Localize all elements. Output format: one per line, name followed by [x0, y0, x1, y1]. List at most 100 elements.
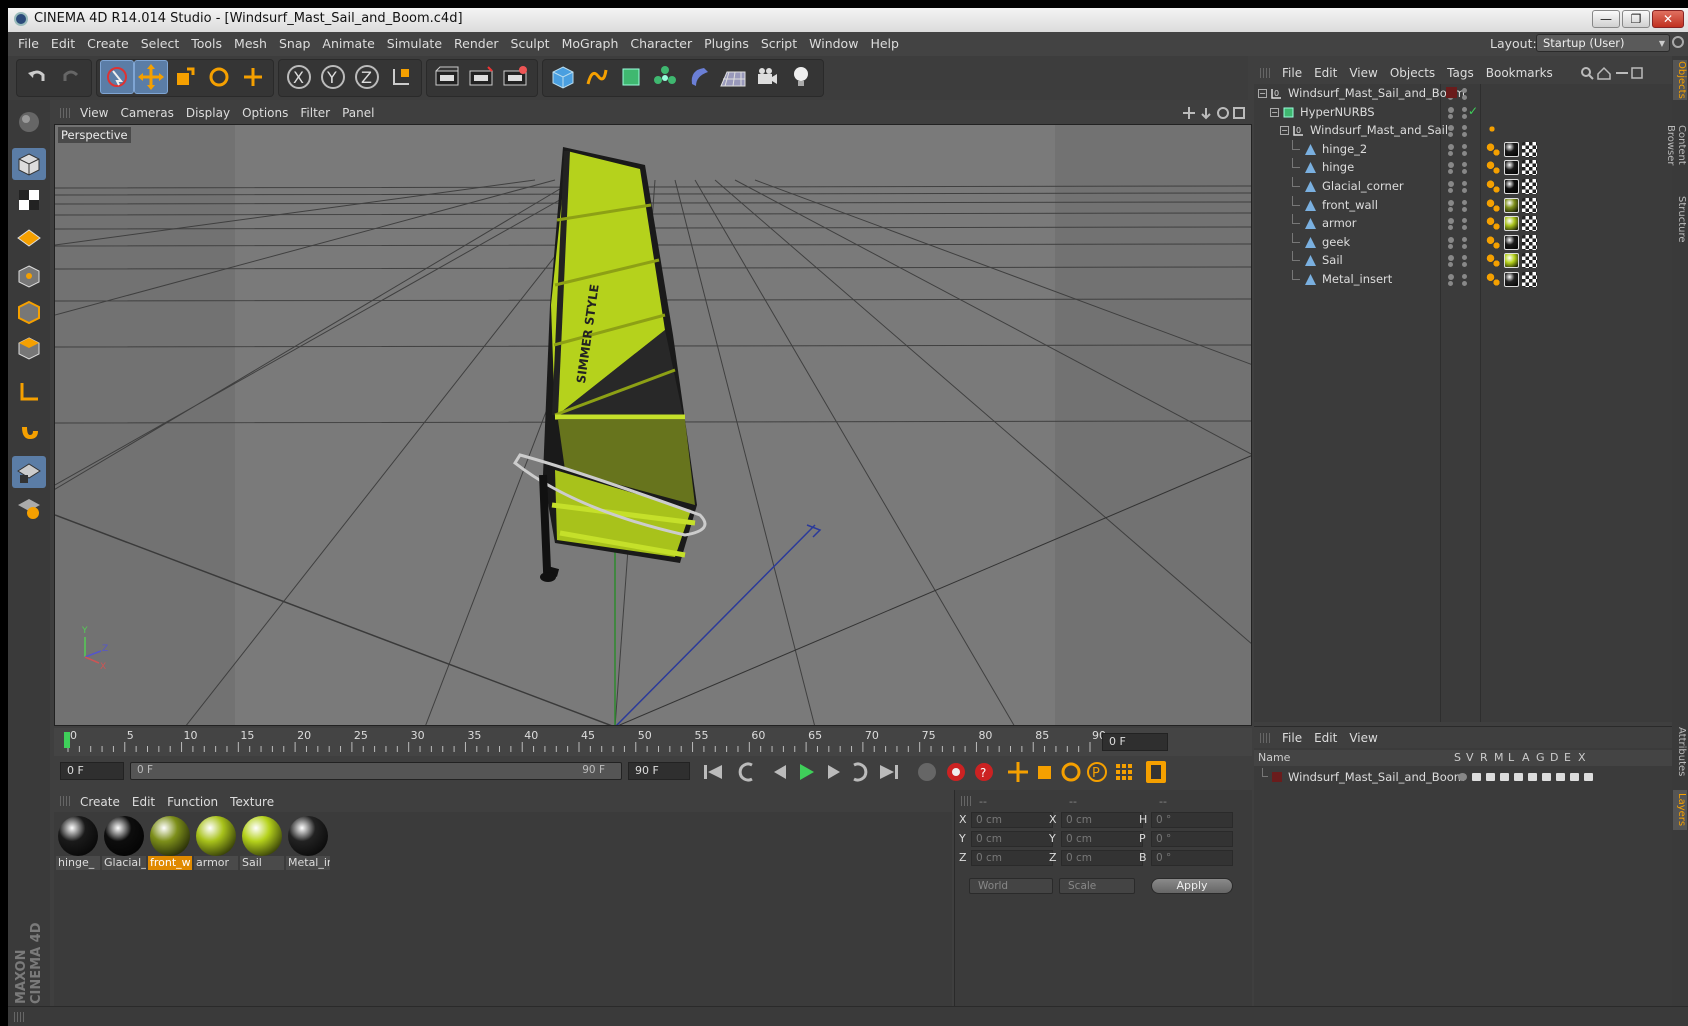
edges-mode-icon[interactable]	[12, 296, 46, 328]
material-tag-icon[interactable]	[1504, 272, 1519, 287]
keyframe-help-icon[interactable]: ?	[975, 763, 993, 781]
layer-dot[interactable]	[1462, 225, 1467, 231]
coordinate-system-icon[interactable]	[384, 60, 418, 94]
layer-dot[interactable]	[1462, 199, 1467, 205]
tab-structure[interactable]: Structure	[1673, 192, 1687, 246]
viewport-menu-display[interactable]: Display	[180, 102, 236, 124]
layer-column-m[interactable]: M	[1494, 751, 1504, 764]
object-row[interactable]: Metal_insert	[1254, 270, 1672, 290]
layer-column-x[interactable]: X	[1578, 751, 1586, 764]
material-swatch[interactable]: armor	[194, 814, 238, 870]
material-menu-edit[interactable]: Edit	[126, 790, 161, 814]
menu-select[interactable]: Select	[135, 32, 186, 56]
layer-dot[interactable]	[1462, 162, 1467, 168]
rotation-field[interactable]: 0 °	[1151, 812, 1233, 828]
layer-dot[interactable]	[1462, 88, 1467, 93]
apply-button[interactable]: Apply	[1151, 878, 1233, 894]
solo-mode-icon[interactable]	[12, 492, 46, 524]
snap-magnet-icon[interactable]	[12, 416, 46, 448]
material-swatch[interactable]: Glacial_	[102, 814, 146, 870]
editor-visibility-dot[interactable]	[1448, 274, 1454, 280]
uvw-tag-icon[interactable]	[1522, 272, 1537, 287]
object-row[interactable]: − HyperNURBS ✓	[1254, 103, 1672, 123]
material-tag-icon[interactable]	[1504, 253, 1519, 269]
layer-color-icon[interactable]	[1272, 772, 1282, 782]
move-icon[interactable]	[134, 60, 168, 94]
viewport-menu-options[interactable]: Options	[236, 102, 294, 124]
material-menu-create[interactable]: Create	[74, 790, 126, 814]
workplane-lock-icon[interactable]	[12, 456, 46, 488]
prev-frame-icon[interactable]	[774, 765, 786, 779]
minimize-button[interactable]: —	[1592, 10, 1620, 28]
object-row[interactable]: Glacial_corner	[1254, 177, 1672, 197]
array-icon[interactable]	[648, 60, 682, 94]
layer-menu-edit[interactable]: Edit	[1308, 727, 1343, 749]
object-menu-file[interactable]: File	[1276, 62, 1308, 84]
object-row[interactable]: hinge	[1254, 158, 1672, 178]
model-mode-icon[interactable]	[12, 148, 46, 180]
material-swatch[interactable]: front_w	[148, 814, 192, 870]
size-field[interactable]: 0 cm	[1061, 812, 1143, 828]
material-tag-icon[interactable]	[1504, 234, 1519, 250]
uvw-tag-icon[interactable]	[1522, 179, 1537, 194]
render-settings-icon[interactable]	[498, 60, 532, 94]
menu-edit[interactable]: Edit	[45, 32, 81, 56]
object-menu-view[interactable]: View	[1343, 62, 1383, 84]
display-tag-icon[interactable]	[1486, 123, 1498, 136]
polygons-mode-icon[interactable]	[12, 332, 46, 364]
render-visibility-dot[interactable]	[1448, 150, 1453, 156]
material-menu-texture[interactable]: Texture	[224, 790, 280, 814]
expand-toggle-icon[interactable]: −	[1258, 89, 1267, 98]
render-visibility-dot[interactable]	[1448, 113, 1453, 119]
layer-column-e[interactable]: E	[1564, 751, 1571, 764]
object-row[interactable]: front_wall	[1254, 195, 1672, 216]
texture-mode-icon[interactable]	[12, 184, 46, 216]
layer-xref-icon[interactable]	[1584, 773, 1593, 781]
light-icon[interactable]	[784, 60, 818, 94]
x-axis-lock-icon[interactable]: X	[282, 60, 316, 94]
layer-dot[interactable]	[1462, 169, 1467, 175]
phong-tag-icon[interactable]	[1486, 272, 1501, 287]
uvw-tag-icon[interactable]	[1522, 160, 1537, 176]
y-axis-lock-icon[interactable]: Y	[316, 60, 350, 94]
phong-tag-icon[interactable]	[1486, 234, 1501, 250]
spline-pen-icon[interactable]	[580, 60, 614, 94]
layer-dot[interactable]	[1462, 218, 1467, 224]
playhead[interactable]	[64, 732, 70, 748]
layer-dot[interactable]	[1462, 262, 1467, 268]
layout-dropdown[interactable]: Startup (User)	[1536, 34, 1670, 52]
points-mode-icon[interactable]	[12, 260, 46, 292]
expand-toggle-icon[interactable]: −	[1270, 107, 1279, 117]
menu-window[interactable]: Window	[803, 32, 864, 56]
phong-tag-icon[interactable]	[1486, 197, 1501, 213]
key-parameter-icon[interactable]: P	[1087, 762, 1107, 782]
rotate-icon[interactable]	[202, 60, 236, 94]
transform-mode-dropdown[interactable]: Scale	[1059, 878, 1135, 894]
layer-dot[interactable]	[1462, 113, 1467, 119]
layer-dot[interactable]	[1462, 181, 1467, 186]
layer-dot[interactable]	[1462, 274, 1467, 279]
redo-icon[interactable]	[54, 60, 88, 94]
layer-row[interactable]: Windsurf_Mast_Sail_and_Boom	[1254, 768, 1672, 788]
layer-column-name[interactable]: Name	[1258, 751, 1290, 764]
goto-end-icon[interactable]	[880, 765, 898, 779]
current-frame-field[interactable]: 0 F	[1102, 733, 1168, 751]
position-field[interactable]: 0 cm	[971, 850, 1053, 866]
uvw-tag-icon[interactable]	[1522, 216, 1537, 232]
layer-dot[interactable]	[1462, 150, 1467, 156]
expand-toggle-icon[interactable]: −	[1280, 126, 1289, 136]
deformer-icon[interactable]	[682, 60, 716, 94]
live-selection-icon[interactable]	[100, 60, 134, 94]
layer-column-r[interactable]: R	[1480, 751, 1488, 764]
tab-objects[interactable]: Objects	[1673, 60, 1687, 100]
layer-dot[interactable]	[1462, 95, 1467, 100]
material-menu-function[interactable]: Function	[161, 790, 224, 814]
menu-animate[interactable]: Animate	[316, 32, 380, 56]
material-tag-icon[interactable]	[1504, 160, 1519, 176]
uvw-tag-icon[interactable]	[1522, 253, 1537, 269]
editor-visibility-dot[interactable]	[1448, 162, 1454, 169]
make-editable-icon[interactable]	[12, 106, 46, 138]
render-visibility-dot[interactable]	[1448, 243, 1453, 249]
render-visibility-dot[interactable]	[1448, 132, 1453, 138]
tab-layers[interactable]: Layers	[1673, 790, 1687, 830]
